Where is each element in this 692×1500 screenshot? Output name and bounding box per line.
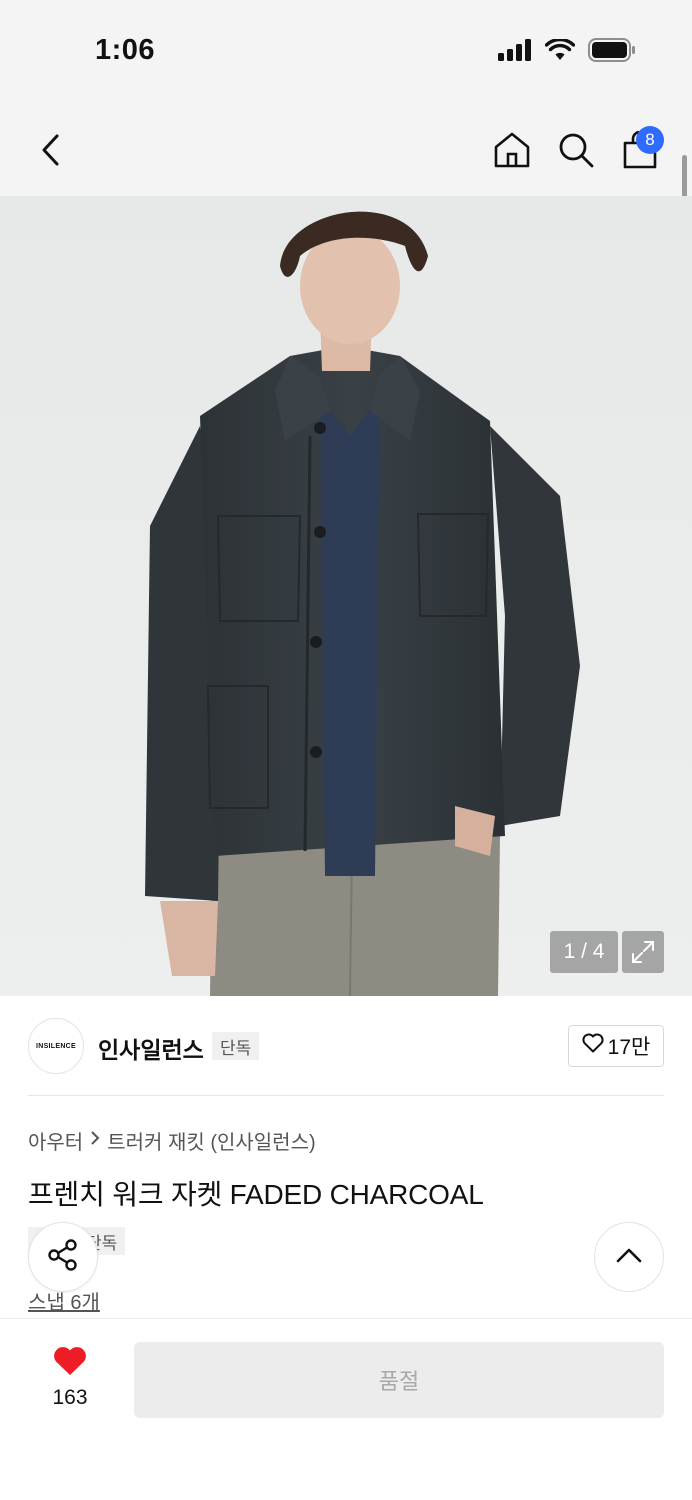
wishlist-button[interactable]: 163: [40, 1345, 100, 1410]
product-photo: [0, 196, 692, 996]
brand-logo-text: INSILENCE: [35, 1042, 77, 1050]
brand-name[interactable]: 인사일런스: [98, 1031, 204, 1065]
share-icon: [46, 1238, 80, 1277]
home-icon[interactable]: [490, 126, 534, 174]
expand-icon[interactable]: [622, 931, 664, 973]
status-bar: 1:06: [0, 0, 692, 100]
divider: [28, 1095, 664, 1096]
back-icon[interactable]: [28, 126, 72, 174]
brand-exclusive-tag: 단독: [212, 1032, 260, 1060]
status-time: 1:06: [95, 34, 156, 66]
heart-filled-icon: [52, 1345, 88, 1382]
share-button[interactable]: [28, 1222, 98, 1292]
status-icons: [498, 37, 636, 67]
brand-logo[interactable]: INSILENCE: [28, 1018, 84, 1074]
wifi-icon: [544, 37, 576, 66]
scroll-top-button[interactable]: [594, 1222, 664, 1292]
search-icon[interactable]: [554, 126, 598, 174]
product-image[interactable]: [0, 196, 692, 996]
breadcrumb-item-subcategory[interactable]: 트러커 재킷 (인사일런스): [107, 1126, 315, 1155]
battery-icon: [588, 38, 636, 67]
brand-like-count: 17만: [607, 1036, 651, 1059]
chevron-right-icon: [89, 1129, 101, 1152]
signal-icon: [498, 39, 532, 66]
heart-outline-icon: [582, 1033, 604, 1059]
wishlist-count: 163: [52, 1386, 88, 1409]
image-counter: 1 / 4: [550, 931, 618, 973]
cart-badge: 8: [636, 126, 664, 154]
brand-like-button[interactable]: 17만: [568, 1025, 664, 1067]
breadcrumb: 아우터 트러커 재킷 (인사일런스): [28, 1126, 316, 1155]
chevron-up-icon: [615, 1246, 643, 1269]
product-title: 프렌치 워크 자켓 FADED CHARCOAL: [28, 1179, 484, 1210]
breadcrumb-item-category[interactable]: 아우터: [28, 1126, 83, 1155]
sold-out-button[interactable]: 품절: [134, 1342, 664, 1418]
